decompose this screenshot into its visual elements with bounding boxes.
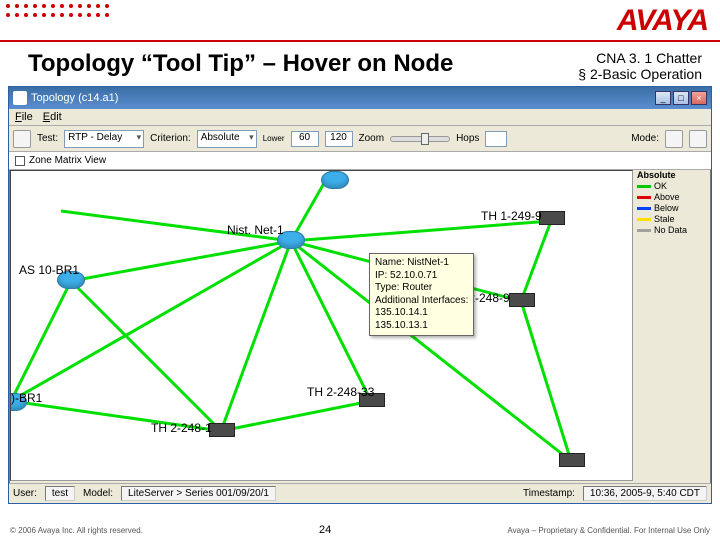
window-icon: [13, 91, 27, 105]
topology-window: Topology (c14.a1) _ □ × File Edit Test: …: [8, 86, 712, 504]
router-top[interactable]: [321, 171, 349, 189]
close-button[interactable]: ×: [691, 91, 707, 105]
toolbar: Test: RTP - Delay Criterion: Absolute Lo…: [9, 126, 711, 152]
divider: [0, 40, 720, 42]
criterion-label: Criterion:: [150, 133, 191, 144]
test-label: Test:: [37, 133, 58, 144]
decorative-dots: [6, 4, 111, 19]
legend: Absolute OK Above Below Stale No Data: [637, 170, 707, 236]
label-as10: AS 10-BR1: [19, 263, 79, 277]
status-user-label: User:: [13, 488, 37, 499]
status-bar: User: test Model: LiteServer > Series 00…: [9, 483, 711, 503]
minimize-button[interactable]: _: [655, 91, 671, 105]
menu-edit[interactable]: Edit: [43, 111, 62, 123]
label-th2-248-1: TH 2-248-1: [151, 421, 212, 435]
legend-nodata: No Data: [654, 225, 687, 235]
status-user: test: [45, 486, 75, 501]
avaya-logo: AVAYA: [617, 4, 708, 38]
window-title: Topology (c14.a1): [31, 92, 118, 104]
node-tooltip: Name: NistNet-1 IP: 52.10.0.71 Type: Rou…: [369, 253, 474, 336]
lower-label: Lower: [263, 135, 285, 143]
mode-button-1[interactable]: [665, 130, 683, 148]
device-th1[interactable]: [539, 211, 565, 225]
copyright: © 2006 Avaya Inc. All rights reserved.: [10, 526, 143, 535]
legend-ok: OK: [654, 181, 667, 191]
slide-title: Topology “Tool Tip” – Hover on Node: [28, 50, 453, 78]
subtitle-line-1: CNA 3. 1 Chatter: [578, 50, 702, 66]
test-dropdown[interactable]: RTP - Delay: [64, 130, 144, 148]
menu-file[interactable]: File: [15, 111, 33, 123]
slider-thumb[interactable]: [421, 133, 429, 145]
title-row: Topology “Tool Tip” – Hover on Node CNA …: [0, 42, 720, 86]
window-titlebar[interactable]: Topology (c14.a1) _ □ ×: [9, 87, 711, 109]
topology-canvas[interactable]: Nist. Net-1 AS 10-BR1 TH 1-249-9 TH 2-24…: [10, 170, 633, 481]
zone-checkbox[interactable]: [15, 156, 25, 166]
status-model-label: Model:: [83, 488, 113, 499]
refresh-icon[interactable]: [13, 130, 31, 148]
legend-header: Absolute: [637, 170, 676, 180]
status-ts: 10:36, 2005-9, 5:40 CDT: [583, 486, 707, 501]
label-dbr1: )-BR1: [11, 391, 42, 405]
slide-subtitle: CNA 3. 1 Chatter § 2-Basic Operation: [578, 50, 702, 82]
criterion-dropdown[interactable]: Absolute: [197, 130, 257, 148]
legend-above: Above: [654, 192, 680, 202]
slide-footer: © 2006 Avaya Inc. All rights reserved. 2…: [0, 524, 720, 536]
confidential: Avaya – Proprietary & Confidential. For …: [507, 526, 710, 535]
device-far[interactable]: [559, 453, 585, 467]
label-th2-248-33: TH 2-248-33: [307, 385, 374, 399]
zoom-slider[interactable]: [390, 136, 450, 142]
device-th2-248-9[interactable]: [509, 293, 535, 307]
slide-header: AVAYA: [0, 0, 720, 42]
legend-stale: Stale: [654, 214, 675, 224]
zone-strip: Zone Matrix View: [9, 152, 711, 170]
hops-input[interactable]: [485, 131, 507, 147]
label-nistnet: Nist. Net-1: [227, 223, 284, 237]
legend-below: Below: [654, 203, 679, 213]
window-controls: _ □ ×: [655, 91, 707, 105]
page-number: 24: [319, 524, 331, 536]
status-ts-label: Timestamp:: [523, 488, 575, 499]
zone-checkbox-label: Zone Matrix View: [29, 155, 106, 166]
lower-input[interactable]: 60: [291, 131, 319, 147]
hops-label: Hops: [456, 133, 479, 144]
label-th1: TH 1-249-9: [481, 209, 542, 223]
upper-input[interactable]: 120: [325, 131, 353, 147]
subtitle-line-2: § 2-Basic Operation: [578, 66, 702, 82]
device-th2-248-1[interactable]: [209, 423, 235, 437]
mode-button-2[interactable]: [689, 130, 707, 148]
maximize-button[interactable]: □: [673, 91, 689, 105]
zoom-label: Zoom: [359, 133, 385, 144]
mode-label: Mode:: [631, 133, 659, 144]
status-model: LiteServer > Series 001/09/20/1: [121, 486, 276, 501]
menu-bar: File Edit: [9, 109, 711, 126]
